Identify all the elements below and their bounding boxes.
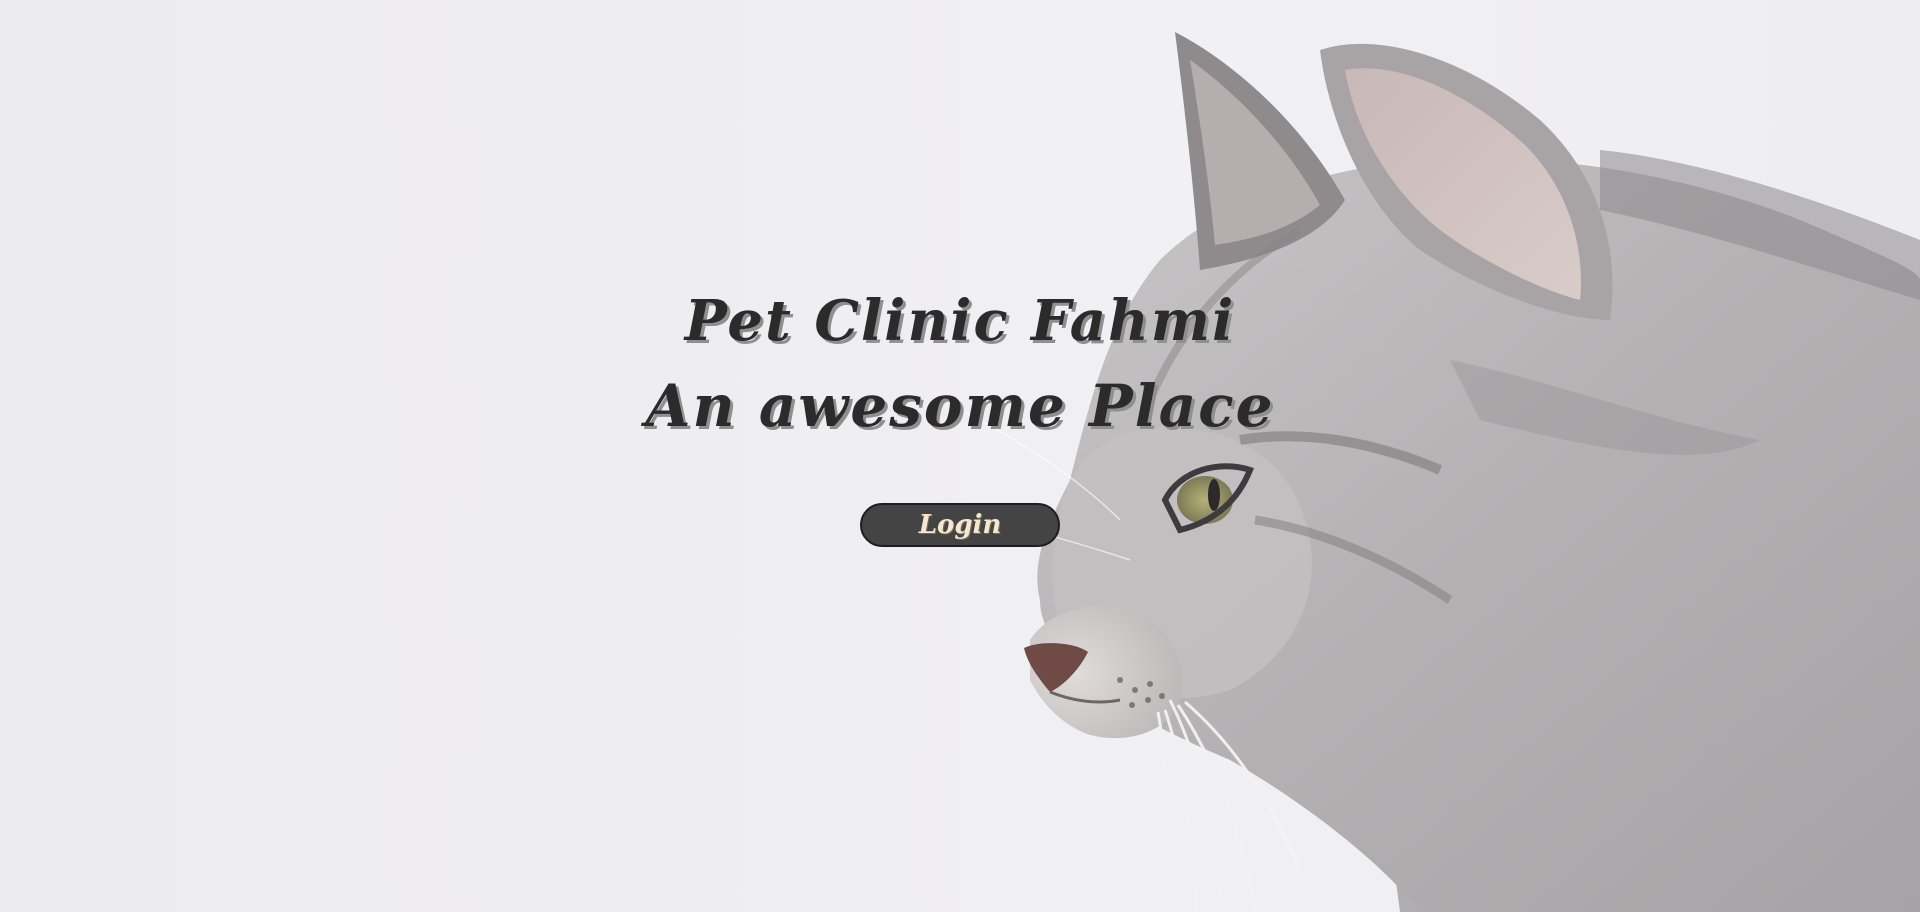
hero-subtitle: An awesome Place — [645, 372, 1275, 440]
login-button[interactable]: Login — [860, 503, 1060, 547]
hero-title: Pet Clinic Fahmi — [684, 288, 1236, 354]
landing-page: Pet Clinic Fahmi An awesome Place Login — [0, 0, 1920, 912]
hero-section: Pet Clinic Fahmi An awesome Place Login — [0, 0, 1920, 912]
